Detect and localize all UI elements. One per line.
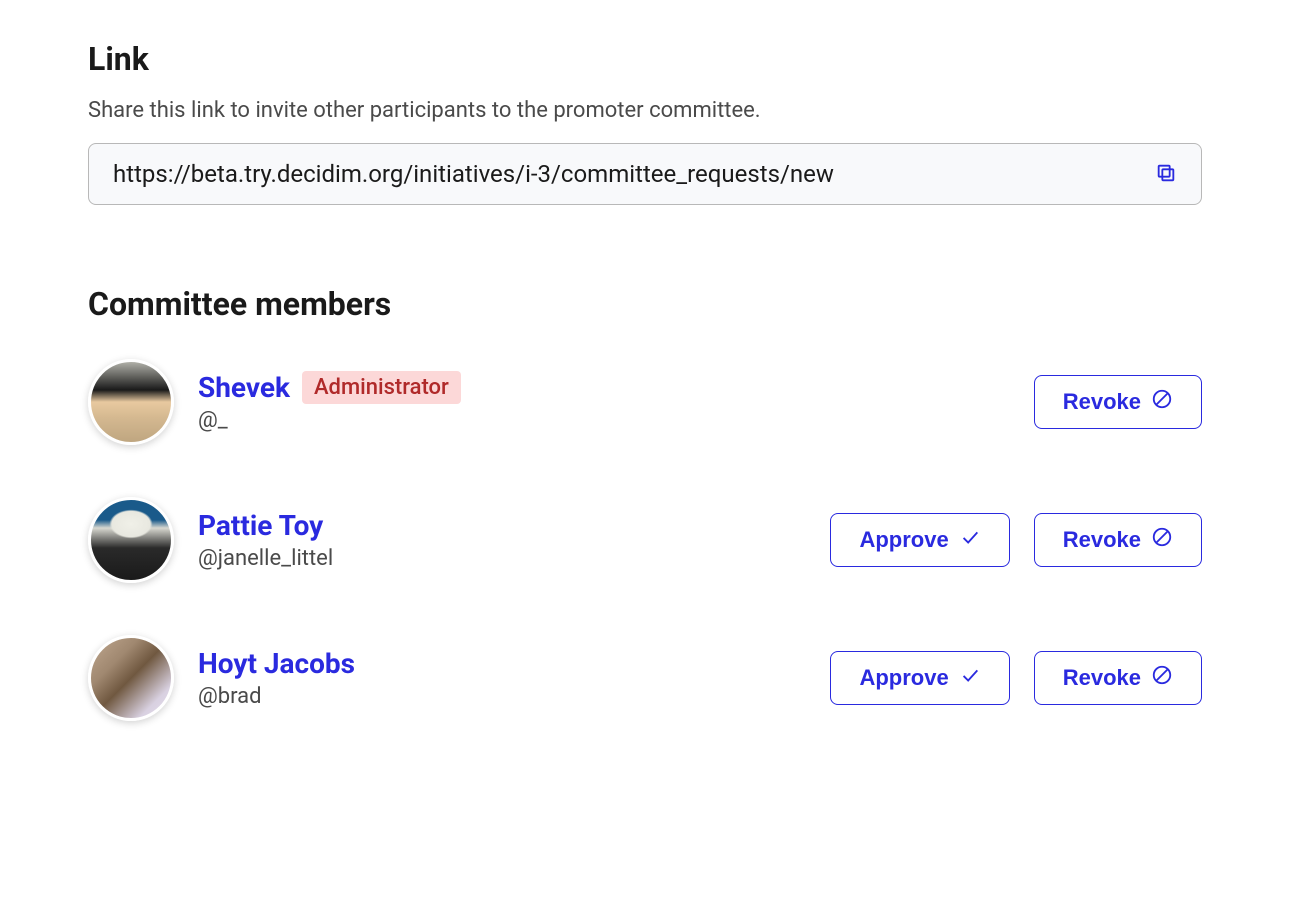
check-icon (959, 664, 981, 692)
member-info: Shevek Administrator @_ (198, 371, 1010, 433)
approve-button[interactable]: Approve (830, 513, 1009, 567)
link-title: Link (88, 40, 1202, 78)
member-row: Pattie Toy @janelle_littel Approve Revoke (88, 497, 1202, 583)
revoke-label: Revoke (1063, 389, 1141, 415)
avatar[interactable] (88, 497, 174, 583)
copy-icon (1155, 162, 1177, 187)
approve-label: Approve (859, 527, 948, 553)
member-actions: Revoke (1034, 375, 1202, 429)
member-name[interactable]: Pattie Toy (198, 509, 323, 542)
member-handle: @brad (198, 684, 806, 709)
member-row: Shevek Administrator @_ Revoke (88, 359, 1202, 445)
copy-button[interactable] (1155, 162, 1177, 187)
member-info: Hoyt Jacobs @brad (198, 647, 806, 709)
revoke-button[interactable]: Revoke (1034, 651, 1202, 705)
revoke-button[interactable]: Revoke (1034, 375, 1202, 429)
member-name-row: Pattie Toy (198, 509, 806, 542)
approve-label: Approve (859, 665, 948, 691)
link-description: Share this link to invite other particip… (88, 98, 1202, 123)
member-actions: Approve Revoke (830, 513, 1202, 567)
link-section: Link Share this link to invite other par… (88, 40, 1202, 205)
member-name[interactable]: Hoyt Jacobs (198, 647, 355, 680)
member-name-row: Shevek Administrator (198, 371, 1010, 404)
members-section: Committee members Shevek Administrator @_ R… (88, 285, 1202, 721)
ban-icon (1151, 526, 1173, 554)
admin-badge: Administrator (302, 371, 461, 404)
avatar[interactable] (88, 359, 174, 445)
member-name[interactable]: Shevek (198, 371, 290, 404)
member-handle: @_ (198, 408, 1010, 433)
ban-icon (1151, 388, 1173, 416)
member-info: Pattie Toy @janelle_littel (198, 509, 806, 571)
link-url[interactable]: https://beta.try.decidim.org/initiatives… (113, 160, 1139, 188)
member-row: Hoyt Jacobs @brad Approve Revoke (88, 635, 1202, 721)
revoke-button[interactable]: Revoke (1034, 513, 1202, 567)
members-list: Shevek Administrator @_ Revoke Pattie Toy @ja… (88, 359, 1202, 721)
check-icon (959, 526, 981, 554)
link-input-row: https://beta.try.decidim.org/initiatives… (88, 143, 1202, 205)
avatar[interactable] (88, 635, 174, 721)
member-actions: Approve Revoke (830, 651, 1202, 705)
approve-button[interactable]: Approve (830, 651, 1009, 705)
ban-icon (1151, 664, 1173, 692)
revoke-label: Revoke (1063, 665, 1141, 691)
revoke-label: Revoke (1063, 527, 1141, 553)
member-handle: @janelle_littel (198, 546, 806, 571)
members-title: Committee members (88, 285, 1202, 323)
member-name-row: Hoyt Jacobs (198, 647, 806, 680)
